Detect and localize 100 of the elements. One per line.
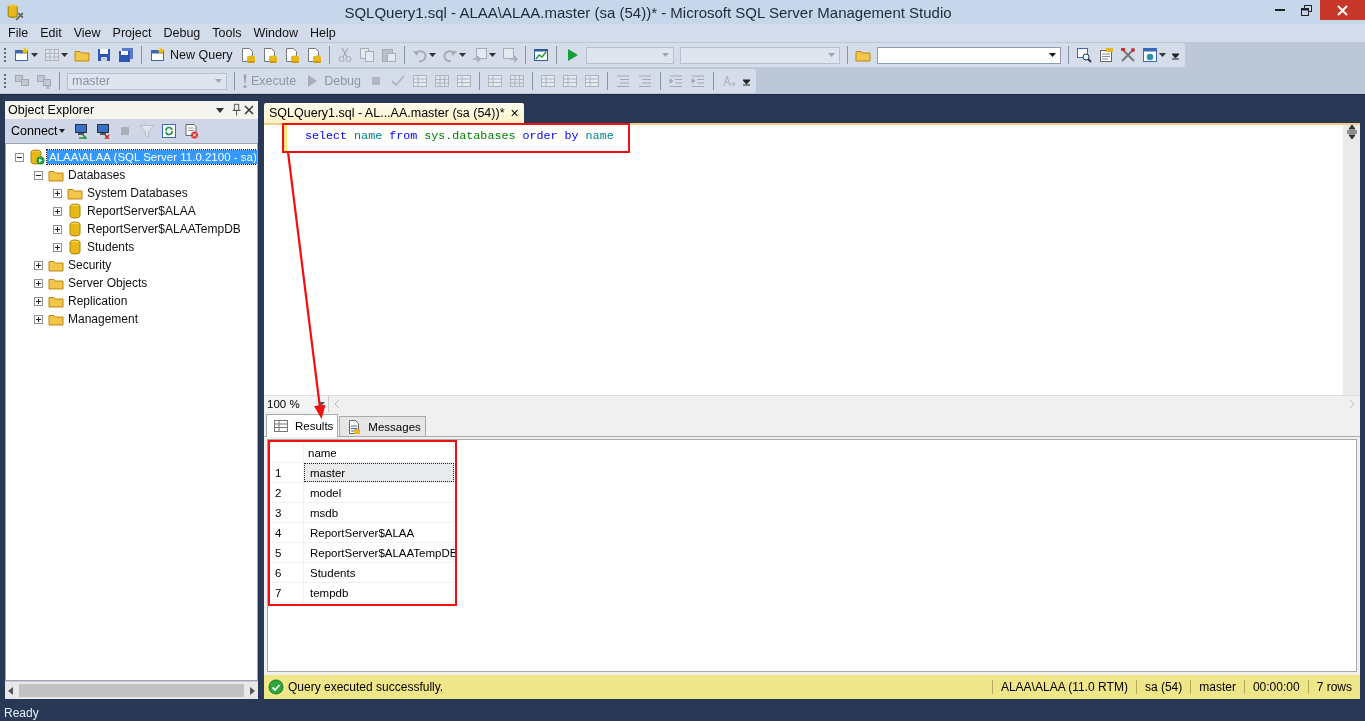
tree-item[interactable]: Replication — [66, 293, 130, 309]
collapse-toggle-icon[interactable] — [34, 170, 43, 180]
chart-icon — [532, 47, 549, 63]
expand-toggle-icon[interactable] — [34, 296, 43, 306]
refresh-icon — [160, 123, 177, 139]
window-title: SQLQuery1.sql - ALAA\ALAA.master (sa (54))* - Microsoft SQL Server Management Studio — [343, 3, 953, 21]
indent-icon — [690, 73, 706, 89]
copy-icon — [358, 47, 375, 63]
app-logo-icon — [6, 3, 24, 21]
tree-item[interactable]: Security — [66, 257, 114, 273]
properties-icon — [1097, 47, 1114, 63]
table-cell[interactable]: model — [304, 483, 454, 502]
table-icon — [562, 73, 578, 89]
row-number: 4 — [271, 523, 304, 542]
expand-toggle-icon[interactable] — [53, 188, 62, 198]
expand-toggle-icon[interactable] — [53, 206, 62, 216]
replace-icon — [721, 73, 737, 89]
table-cell[interactable]: Students — [304, 563, 454, 582]
magnifier-icon — [1075, 47, 1092, 63]
overflow-caret-icon — [1171, 50, 1180, 60]
row-number: 2 — [271, 483, 304, 502]
document-database-icon — [305, 47, 322, 63]
expand-toggle-icon[interactable] — [34, 278, 43, 288]
menu-item[interactable]: File — [2, 26, 35, 40]
connect-button[interactable]: Connect — [11, 124, 65, 138]
close-button[interactable] — [1320, 0, 1365, 20]
caret-icon — [428, 53, 436, 57]
table-cell[interactable]: ReportServer$ALAA — [304, 523, 454, 542]
monitors-x-icon — [36, 73, 52, 89]
list-arrow-icon — [471, 47, 488, 63]
expand-toggle-icon[interactable] — [53, 224, 62, 234]
menu-item[interactable]: Window — [247, 26, 304, 40]
menu-item[interactable]: Help — [304, 26, 342, 40]
menu-item[interactable]: View — [67, 26, 107, 40]
pin-icon — [230, 103, 244, 117]
collapse-toggle-icon[interactable] — [15, 152, 24, 162]
overflow-caret-icon — [743, 76, 751, 86]
table-cell[interactable]: ReportServer$ALAATempDB — [304, 543, 454, 562]
tree-item[interactable]: Students — [85, 239, 137, 255]
connect-icon — [72, 123, 89, 139]
results-tab[interactable]: Messages — [339, 416, 426, 436]
document-tab[interactable]: SQLQuery1.sql - AL...AA.master (sa (54))* × — [264, 103, 524, 123]
globe-window-icon — [1141, 47, 1158, 63]
tree-item[interactable]: ReportServer$ALAA — [85, 203, 198, 219]
caret-icon — [61, 53, 68, 57]
minimize-icon — [1274, 9, 1285, 11]
table-icon — [487, 73, 503, 89]
server-icon — [29, 149, 45, 165]
table-cell[interactable]: master — [304, 463, 454, 482]
document-database-icon — [239, 47, 256, 63]
menu-item[interactable]: Edit — [34, 26, 68, 40]
indent-icon — [668, 73, 684, 89]
vertical-scrollbar[interactable] — [1343, 125, 1360, 395]
toolbar-grip-icon[interactable] — [3, 72, 7, 90]
caret-icon — [1158, 53, 1166, 57]
close-icon[interactable] — [244, 105, 254, 115]
column-header[interactable]: name — [304, 443, 454, 462]
expand-toggle-icon[interactable] — [34, 314, 43, 324]
undo-icon — [411, 47, 428, 63]
status-field: 7 rows — [1307, 680, 1360, 694]
close-icon — [1337, 4, 1348, 16]
lines-icon — [615, 73, 631, 89]
scissors-icon — [336, 47, 353, 63]
toolbar-button[interactable]: New Query — [146, 45, 237, 65]
success-icon — [268, 679, 284, 695]
grid-icon — [44, 47, 60, 63]
results-tab[interactable]: Results — [266, 414, 339, 437]
menu-item[interactable]: Tools — [206, 26, 248, 40]
horizontal-scrollbar[interactable] — [5, 681, 258, 699]
tree-item[interactable]: Server Objects — [66, 275, 150, 291]
row-number: 6 — [271, 563, 304, 582]
toolbar-grip-icon[interactable] — [3, 46, 7, 64]
checkmark-icon — [390, 73, 406, 89]
tree-item[interactable]: System Databases — [85, 185, 190, 201]
table-icon — [456, 73, 472, 89]
disconnect-icon — [94, 123, 111, 139]
window-icon — [150, 47, 166, 63]
expand-toggle-icon[interactable] — [53, 242, 62, 252]
window-arrow-icon — [501, 47, 518, 63]
expand-toggle-icon[interactable] — [34, 260, 43, 270]
caret-icon[interactable] — [216, 107, 224, 113]
tree-item[interactable]: Management — [66, 311, 141, 327]
window-icon — [14, 47, 30, 63]
toolbar-dropdown[interactable] — [876, 46, 1061, 64]
close-tab-button[interactable]: × — [510, 105, 519, 121]
table-icon — [273, 418, 289, 434]
row-number: 5 — [271, 543, 304, 562]
tree-item[interactable]: ReportServer$ALAATempDB — [85, 221, 243, 237]
tree-item[interactable]: Databases — [66, 167, 128, 183]
menu-item[interactable]: Project — [106, 26, 158, 40]
floppy-disks-icon — [118, 47, 134, 63]
status-field: master — [1190, 680, 1244, 694]
query-text: select name from sys.databases order by name — [284, 125, 628, 151]
status-text: Ready — [4, 705, 39, 720]
zoom-dropdown[interactable]: 100 % — [264, 396, 329, 412]
table-cell[interactable]: msdb — [304, 503, 454, 522]
menu-item[interactable]: Debug — [157, 26, 207, 40]
exclamation-icon — [243, 73, 247, 89]
table-cell[interactable]: tempdb — [304, 583, 454, 602]
splitter-icon[interactable] — [1345, 125, 1358, 139]
